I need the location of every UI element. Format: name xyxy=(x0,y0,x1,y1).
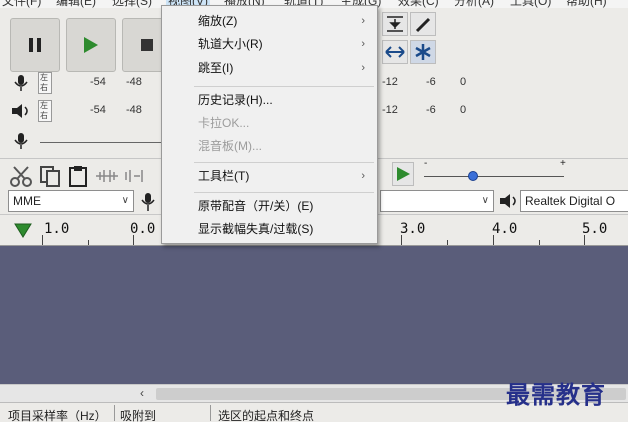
ruler-tick xyxy=(88,240,89,245)
play-icon xyxy=(84,37,98,53)
ruler-tick xyxy=(401,235,402,245)
speaker-icon[interactable] xyxy=(10,102,32,120)
chevron-right-icon: › xyxy=(361,15,365,27)
play-at-speed-button[interactable] xyxy=(392,162,414,186)
double-arrow-icon xyxy=(385,46,405,58)
recording-device-select[interactable]: ∨ xyxy=(380,190,494,212)
channel-labels: 左右 xyxy=(38,72,52,94)
chevron-down-icon: ∨ xyxy=(121,195,129,206)
status-divider xyxy=(210,405,211,421)
selection-label: 选区的起点和终点 xyxy=(218,409,315,422)
envelope-tool-button[interactable] xyxy=(382,12,408,36)
snap-to-label: 吸附到 xyxy=(120,409,157,422)
pause-icon xyxy=(29,38,41,52)
multi-tool-button[interactable] xyxy=(410,40,436,64)
meter-scale: -54 xyxy=(90,104,106,116)
audacity-window: 文件(F) 编辑(E) 选择(S) 视图(V) 播放(N) 轨道(T) 生成(G… xyxy=(0,0,628,422)
chevron-right-icon: › xyxy=(361,170,365,182)
project-rate-label: 项目采样率（Hz） xyxy=(8,409,107,422)
pause-button[interactable] xyxy=(10,18,60,72)
menu-item-skip-to[interactable]: 跳至(I) › xyxy=(162,57,377,80)
recording-volume-slider[interactable] xyxy=(40,142,162,143)
audio-host-select[interactable]: MME ∨ xyxy=(8,190,134,212)
playback-device-select[interactable]: Realtek Digital O xyxy=(520,190,628,212)
ruler-label: 1.0 xyxy=(44,221,70,237)
meter-scale: -54 xyxy=(90,76,106,88)
channel-labels: 左右 xyxy=(38,100,52,122)
menu-item-extra-menus[interactable]: 原带配音（开/关）(E) xyxy=(162,195,377,218)
edit-toolbar xyxy=(8,162,158,190)
draw-tool-button[interactable] xyxy=(410,12,436,36)
status-divider xyxy=(114,405,115,421)
stop-icon xyxy=(141,39,153,51)
meter-scale: -12 xyxy=(382,76,398,88)
menu-item-zoom[interactable]: 缩放(Z) › xyxy=(162,10,377,33)
menu-item-show-clipping[interactable]: 显示截幅失真/过载(S) xyxy=(162,218,377,241)
copy-icon[interactable] xyxy=(38,164,64,188)
envelope-icon xyxy=(387,16,403,32)
play-speed-slider[interactable]: - + xyxy=(420,158,570,188)
ruler-tick xyxy=(539,240,540,245)
slider-minus-mark: - xyxy=(424,158,428,169)
play-icon xyxy=(397,167,410,181)
trim-audio-icon[interactable] xyxy=(94,164,120,188)
meter-scale: -48 xyxy=(126,76,142,88)
asterisk-icon xyxy=(415,44,431,60)
view-menu-dropdown: 缩放(Z) › 轨道大小(R) › 跳至(I) › 历史记录(H)... 卡拉OK..… xyxy=(161,5,378,244)
ruler-label: 5.0 xyxy=(582,221,608,237)
microphone-icon xyxy=(141,193,155,211)
pencil-icon xyxy=(415,17,431,33)
menu-separator xyxy=(194,86,374,87)
track-panel[interactable] xyxy=(0,246,628,384)
meter-scale: 0 xyxy=(460,76,467,88)
paste-icon[interactable] xyxy=(66,164,92,188)
cut-icon[interactable] xyxy=(8,164,34,188)
microphone-icon xyxy=(14,133,28,149)
transport-toolbar xyxy=(10,18,172,72)
ruler-label: 4.0 xyxy=(492,221,518,237)
menu-item-track-size[interactable]: 轨道大小(R) › xyxy=(162,33,377,56)
time-shift-tool-button[interactable] xyxy=(382,40,408,64)
chevron-right-icon: › xyxy=(361,38,365,50)
chevron-right-icon: › xyxy=(361,62,365,74)
slider-thumb[interactable] xyxy=(468,171,478,181)
speaker-icon xyxy=(500,194,516,208)
meter-scale: -48 xyxy=(126,104,142,116)
meter-scale: -12 xyxy=(382,104,398,116)
ruler-tick xyxy=(447,240,448,245)
slider-plus-mark: + xyxy=(560,158,566,169)
scroll-left-icon[interactable]: ‹ xyxy=(140,386,144,400)
timeline-options-icon[interactable] xyxy=(14,223,32,239)
ruler-tick xyxy=(584,235,585,245)
menu-separator xyxy=(194,162,374,163)
chevron-down-icon: ∨ xyxy=(481,195,489,206)
ruler-tick xyxy=(133,235,134,245)
menu-item-karaoke: 卡拉OK... xyxy=(198,116,250,130)
menu-separator xyxy=(194,192,374,193)
menu-item-toolbars[interactable]: 工具栏(T) › xyxy=(162,165,377,188)
microphone-icon[interactable] xyxy=(10,74,32,92)
slider-track xyxy=(424,176,564,177)
silence-audio-icon[interactable] xyxy=(122,164,148,188)
ruler-tick xyxy=(42,235,43,245)
meter-scale: -6 xyxy=(426,104,436,116)
play-button[interactable] xyxy=(66,18,116,72)
ruler-label: 3.0 xyxy=(400,221,426,237)
ruler-tick xyxy=(493,235,494,245)
menu-item-history[interactable]: 历史记录(H)... xyxy=(162,89,377,112)
watermark-logo: 最需教育 xyxy=(506,380,606,409)
meter-scale: 0 xyxy=(460,104,467,116)
menu-item-mixer-board: 混音板(M)... xyxy=(198,139,262,153)
meter-scale: -6 xyxy=(426,76,436,88)
